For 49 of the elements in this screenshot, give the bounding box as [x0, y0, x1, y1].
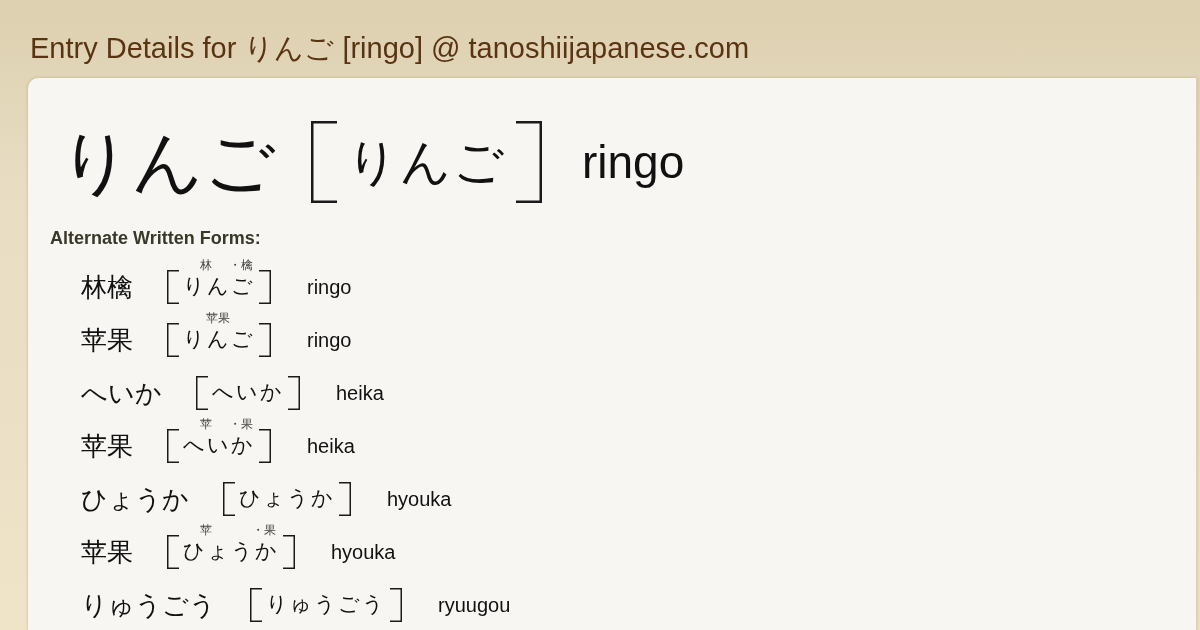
bracket-icon: [516, 121, 542, 203]
bracket-icon: [250, 587, 262, 622]
page-title: Entry Details for りんご [ringo] @ tanoshiijapanese.com: [30, 31, 751, 65]
word-text: 苹果: [81, 535, 133, 568]
bracket-icon: [167, 428, 179, 463]
reading-text: りゅうごう: [266, 592, 386, 616]
reading-text: へいか: [212, 380, 284, 404]
furigana-text: 林: [200, 259, 212, 271]
bracket-icon: [311, 121, 337, 203]
bracket-icon: [390, 587, 402, 622]
bracket-icon: [223, 481, 235, 516]
furigana-text: 苹: [200, 524, 212, 536]
headword-text: りんご: [60, 122, 276, 202]
bracket-icon: [167, 534, 179, 569]
bracket-icon: [283, 534, 295, 569]
bracket-icon: [196, 375, 208, 410]
romaji-text: ringo: [307, 327, 352, 352]
romaji-text: ringo: [582, 135, 685, 189]
romaji-text: heika: [307, 433, 355, 458]
word-text: 林檎: [81, 270, 133, 303]
reading-text: りんご: [183, 327, 255, 351]
word-text: へいか: [81, 376, 162, 409]
reading-text: ひょうか: [239, 486, 335, 510]
word-text: りゅうごう: [81, 588, 216, 621]
romaji-text: hyouka: [387, 486, 452, 511]
reading-text: りんご: [347, 133, 506, 191]
furigana-text: 苹果: [205, 312, 230, 324]
word-text: 苹果: [81, 323, 133, 356]
romaji-text: ringo: [307, 274, 352, 299]
bracket-icon: [167, 269, 179, 304]
furigana-text: 苹: [200, 418, 212, 430]
word-text: ひょうか: [81, 482, 189, 515]
bracket-icon: [259, 322, 271, 357]
furigana-text: ・檎: [228, 259, 253, 271]
bracket-icon: [259, 428, 271, 463]
reading-text: りんご: [183, 274, 255, 298]
furigana-text: ・果: [251, 524, 276, 536]
romaji-text: hyouka: [331, 539, 396, 564]
section-heading: Alternate Written Forms:: [50, 228, 261, 248]
reading-text: へいか: [183, 433, 255, 457]
romaji-text: ryuugou: [438, 592, 511, 617]
bracket-icon: [339, 481, 351, 516]
bracket-icon: [167, 322, 179, 357]
reading-text: ひょうか: [183, 539, 279, 563]
bracket-icon: [288, 375, 300, 410]
word-text: 苹果: [81, 429, 133, 462]
furigana-text: ・果: [228, 418, 253, 430]
bracket-icon: [259, 269, 271, 304]
romaji-text: heika: [336, 380, 384, 405]
